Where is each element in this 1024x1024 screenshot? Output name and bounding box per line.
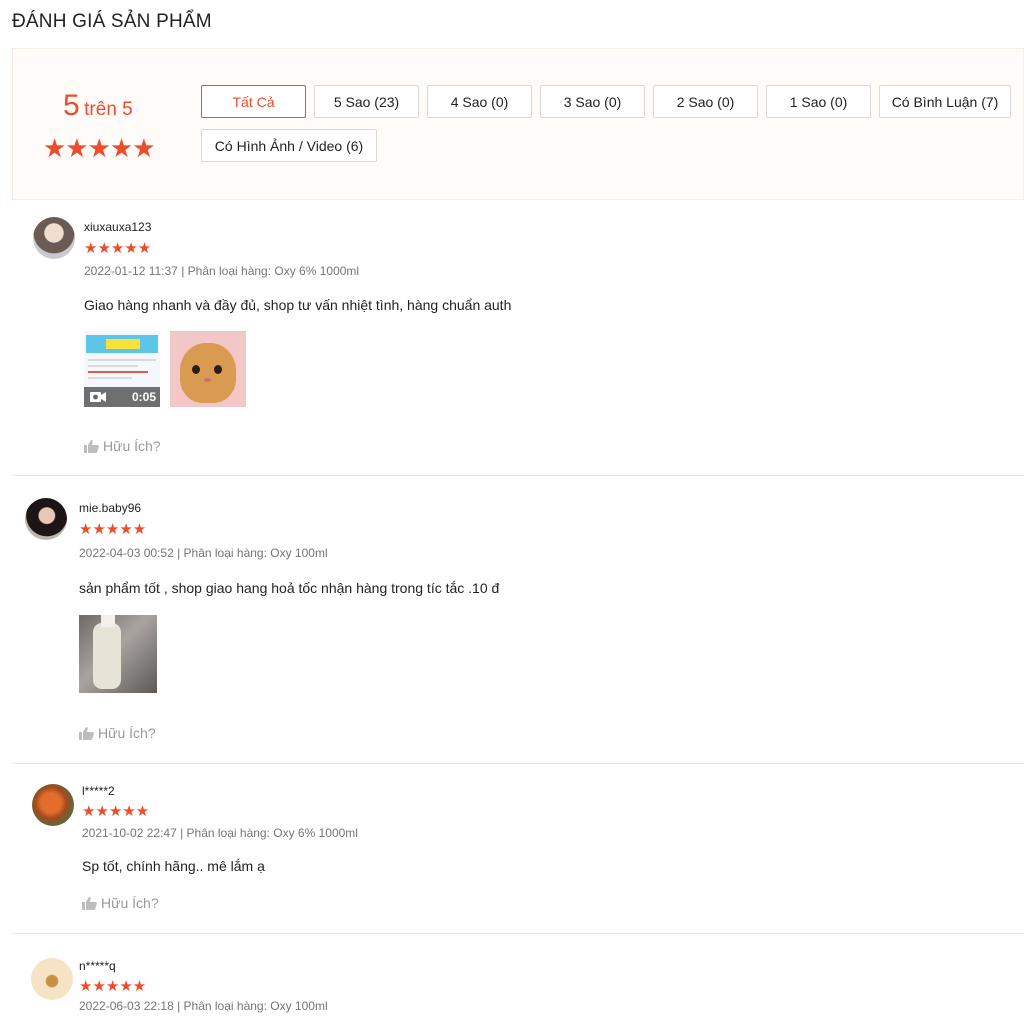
review-username: xiuxauxa123 [84,220,152,234]
filter-3-star-button[interactable]: 3 Sao (0) [540,85,645,118]
helpful-label: Hữu Ích? [98,725,156,741]
review-stars: ★★★★★ [84,240,152,257]
avatar[interactable] [31,958,73,1000]
video-frame-line [88,377,132,379]
score-suffix: trên 5 [84,99,133,120]
cat-nose-shape [204,378,211,382]
video-camera-icon [90,392,106,402]
filter-5-star-button[interactable]: 5 Sao (23) [314,85,419,118]
review-username: mie.baby96 [79,501,142,515]
video-overlay-bar: 0:05 [84,387,160,407]
review-item: mie.baby96 ★★★★★ 2022-04-03 00:52 | Phân… [12,476,1024,764]
review-video-thumbnail[interactable]: 0:05 [84,331,160,407]
review-meta: 2022-01-12 11:37 | Phân loại hàng: Oxy 6… [84,264,360,278]
cat-face-shape [180,343,236,403]
filter-with-comment-button[interactable]: Có Bình Luận (7) [879,85,1011,118]
bottle-shape [93,623,121,689]
filter-2-star-button[interactable]: 2 Sao (0) [653,85,758,118]
review-stars: ★★★★★ [79,978,147,995]
review-comment: sản phẩm tốt , shop giao hang hoả tốc nh… [79,580,500,596]
review-username: n*****q [79,959,116,973]
filter-all-button[interactable]: Tất Cả [201,85,306,118]
video-frame-highlight [106,339,140,349]
bottle-cap-shape [101,615,115,627]
review-comment: Giao hàng nhanh và đầy đủ, shop tư vấn n… [84,297,512,313]
review-stars: ★★★★★ [82,803,150,820]
review-comment: Sp tốt, chính hãng.. mê lắm ạ [82,858,265,874]
review-item: n*****q ★★★★★ 2022-06-03 22:18 | Phân lo… [12,934,1024,1024]
thumbs-up-icon [84,439,99,453]
avatar[interactable] [25,498,67,540]
review-image-thumbnail[interactable] [79,615,157,693]
avatar[interactable] [32,784,74,826]
thumbs-up-icon [82,896,97,910]
overall-score: 5 trên 5 [63,89,133,123]
cat-eye-shape [214,365,222,374]
helpful-button[interactable]: Hữu Ích? [79,725,156,741]
review-item: l*****2 ★★★★★ 2021-10-02 22:47 | Phân lo… [12,764,1024,934]
avatar[interactable] [33,217,75,259]
score-value: 5 [63,89,80,122]
thumbs-up-icon [79,726,94,740]
page-title: ĐÁNH GIÁ SẢN PHẨM [12,11,212,32]
review-item: xiuxauxa123 ★★★★★ 2022-01-12 11:37 | Phâ… [12,200,1024,476]
review-stars: ★★★★★ [79,521,147,538]
review-meta: 2021-10-02 22:47 | Phân loại hàng: Oxy 6… [82,826,358,840]
helpful-label: Hữu Ích? [101,895,159,911]
cat-eye-shape [192,365,200,374]
filter-4-star-button[interactable]: 4 Sao (0) [427,85,532,118]
overall-stars: ★★★★★ [43,133,156,163]
review-meta: 2022-06-03 22:18 | Phân loại hàng: Oxy 1… [79,999,328,1013]
video-frame-line [88,365,138,367]
review-username: l*****2 [82,784,115,798]
helpful-label: Hữu Ích? [103,438,161,454]
video-frame-line [88,359,156,361]
video-duration: 0:05 [131,390,156,404]
video-frame-line [88,371,148,373]
review-meta: 2022-04-03 00:52 | Phân loại hàng: Oxy 1… [79,546,328,560]
review-image-thumbnail[interactable] [170,331,246,407]
rating-overview: 5 trên 5 ★★★★★ Tất Cả 5 Sao (23) 4 Sao (… [12,48,1024,200]
filter-with-media-button[interactable]: Có Hình Ảnh / Video (6) [201,129,377,162]
helpful-button[interactable]: Hữu Ích? [82,895,159,911]
filter-1-star-button[interactable]: 1 Sao (0) [766,85,871,118]
helpful-button[interactable]: Hữu Ích? [84,438,161,454]
